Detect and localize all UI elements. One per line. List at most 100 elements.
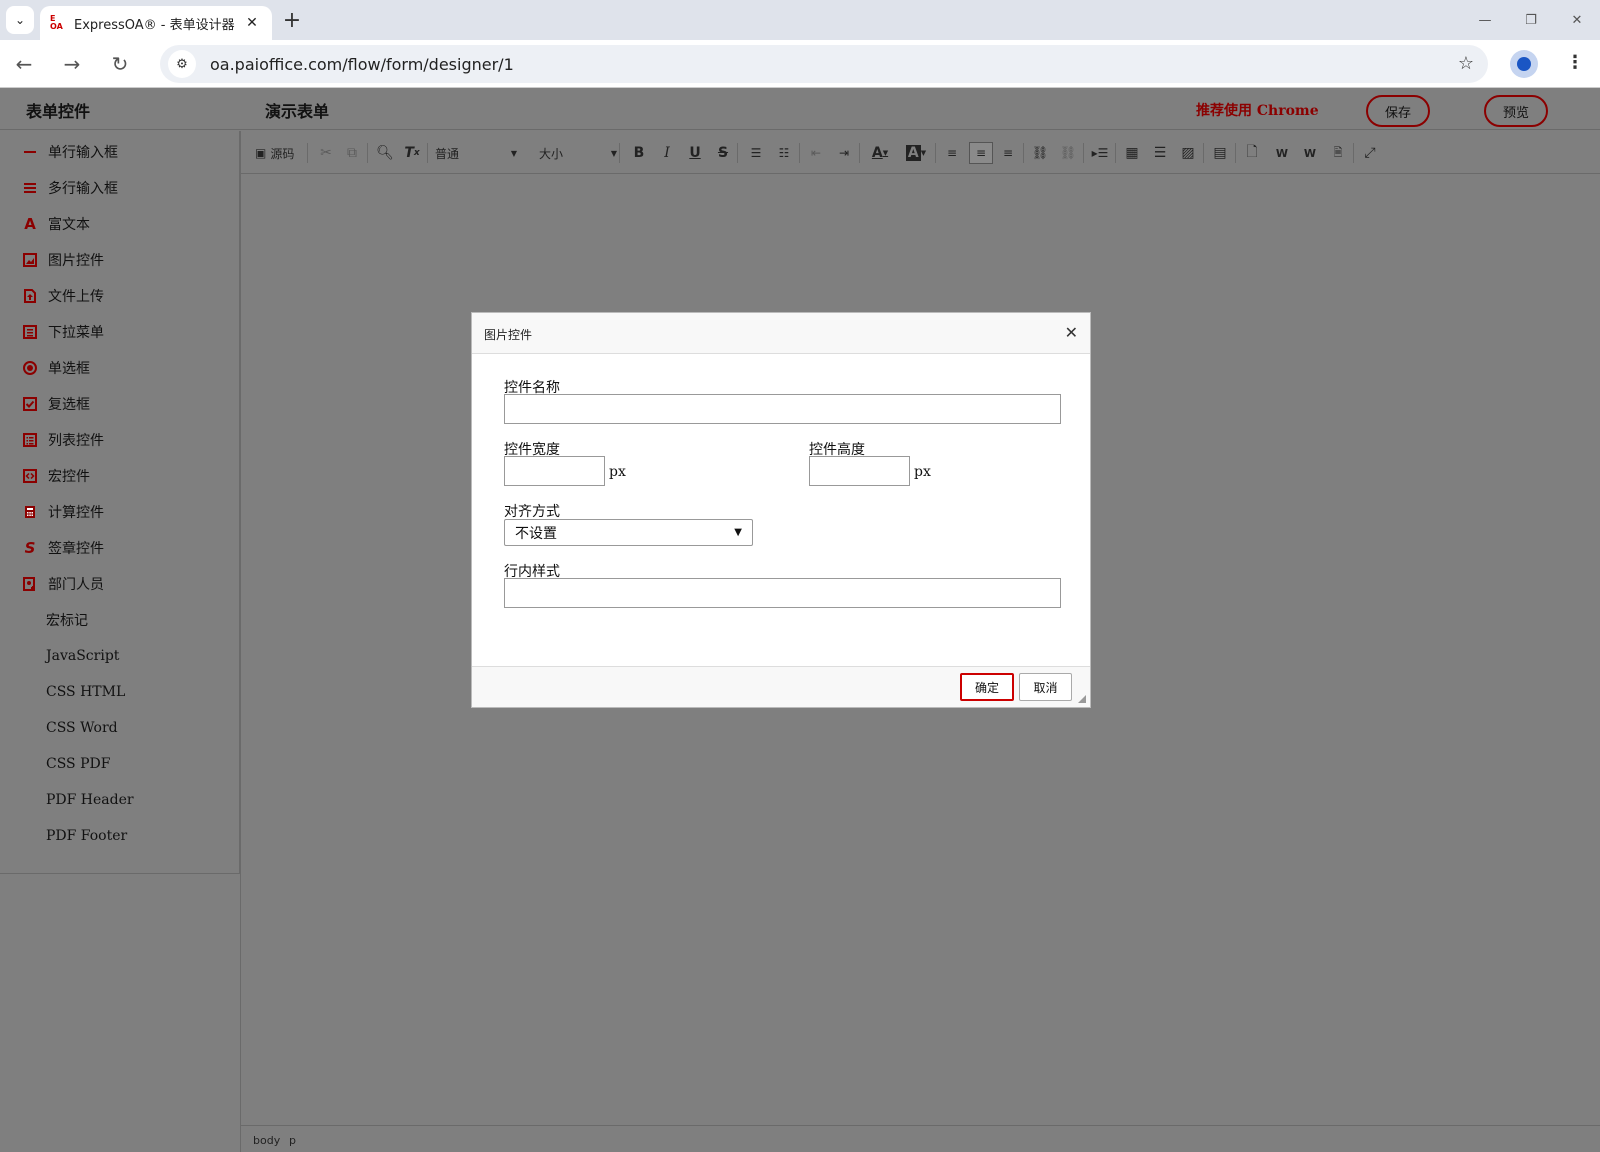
single-line-icon [22, 144, 38, 160]
site-info-icon[interactable]: ⚙ [168, 50, 196, 78]
sidebar-item-pdf-footer[interactable]: PDF Footer [22, 825, 127, 847]
maximize-icon[interactable]: ⤢ [1359, 142, 1381, 164]
sidebar-item-javascript[interactable]: JavaScript [22, 645, 119, 667]
text-color-icon[interactable]: A ▼ [865, 142, 895, 164]
remove-format-icon[interactable]: Tx [401, 142, 423, 164]
bold-icon[interactable]: B [629, 142, 649, 164]
tab-close-icon[interactable]: ✕ [242, 15, 262, 31]
sidebar-item-signature[interactable]: S 签章控件 [22, 537, 104, 559]
bulleted-list-icon[interactable]: ☷ [773, 142, 795, 164]
strike-icon[interactable]: S [713, 142, 733, 164]
sidebar-item-pdf-header[interactable]: PDF Header [22, 789, 134, 811]
sidebar-item-css-word[interactable]: CSS Word [22, 717, 118, 739]
toolbar-separator [1203, 143, 1204, 163]
control-width-input[interactable] [504, 456, 605, 486]
browser-tab[interactable]: E OA ExpressOA® - 表单设计器 ✕ [40, 6, 272, 40]
underline-icon[interactable]: U [685, 142, 705, 164]
export-word-icon[interactable]: W [1271, 142, 1293, 164]
sidebar-item-label: 文件上传 [48, 289, 104, 305]
table-icon[interactable]: ▦ [1121, 142, 1143, 164]
sidebar-item-label: PDF Header [46, 792, 134, 808]
ok-button[interactable]: 确定 [960, 673, 1014, 701]
insert-image-icon[interactable]: ▨ [1177, 142, 1199, 164]
sidebar-item-label: 签章控件 [48, 541, 104, 557]
profile-avatar-icon[interactable] [1510, 50, 1538, 78]
sidebar-item-css-pdf[interactable]: CSS PDF [22, 753, 110, 775]
align-left-icon[interactable]: ≡ [941, 142, 963, 164]
dropdown-icon [22, 324, 38, 340]
sidebar-item-radio[interactable]: 单选框 [22, 357, 90, 379]
sidebar-item-label: 计算控件 [48, 505, 104, 521]
sidebar-item-label: 图片控件 [48, 253, 104, 269]
unlink-icon[interactable]: ⛓ [1057, 142, 1079, 164]
source-button[interactable]: ▣ 源码 [255, 142, 294, 164]
tab-search-icon[interactable]: ⌄ [6, 6, 34, 34]
restore-icon[interactable]: ❐ [1508, 0, 1554, 40]
sidebar-item-file-upload[interactable]: 文件上传 [22, 285, 104, 307]
document-icon[interactable]: 🗋 [1241, 142, 1263, 164]
preview-button[interactable]: 预览 [1484, 95, 1548, 127]
align-center-icon[interactable]: ≡ [969, 142, 993, 164]
window-close-icon[interactable]: ✕ [1554, 0, 1600, 40]
horizontal-rule-icon[interactable]: ☰ [1149, 142, 1171, 164]
sidebar-item-calculator[interactable]: 计算控件 [22, 501, 104, 523]
size-select-value: 大小 [539, 146, 564, 161]
sidebar-item-department[interactable]: 部门人员 [22, 573, 104, 595]
italic-icon[interactable]: I [657, 142, 677, 164]
find-icon[interactable]: 🔍︎ [374, 142, 396, 164]
toolbar-separator [367, 143, 368, 163]
multi-line-icon [22, 180, 38, 196]
control-height-input[interactable] [809, 456, 910, 486]
cut-icon[interactable]: ✂ [315, 142, 337, 164]
sidebar-item-macro[interactable]: 宏控件 [22, 465, 90, 487]
import-word-icon[interactable]: W [1299, 142, 1321, 164]
sidebar-item-css-html[interactable]: CSS HTML [22, 681, 125, 703]
path-body[interactable]: body [253, 1134, 280, 1147]
sidebar-item-multi-line[interactable]: 多行输入框 [22, 177, 118, 199]
address-bar[interactable]: ⚙ oa.paioffice.com/flow/form/designer/1 … [160, 45, 1488, 83]
forward-icon[interactable]: → [58, 50, 86, 78]
back-icon[interactable]: ← [10, 50, 38, 78]
sidebar-item-dropdown[interactable]: 下拉菜单 [22, 321, 104, 343]
save-button[interactable]: 保存 [1366, 95, 1430, 127]
alignment-select[interactable]: 不设置 ▼ [504, 519, 753, 546]
minimize-icon[interactable]: — [1462, 0, 1508, 40]
sidebar-item-list[interactable]: 列表控件 [22, 429, 104, 451]
sidebar-item-label: 部门人员 [48, 577, 104, 593]
sidebar-item-rich-text[interactable]: A 富文本 [22, 213, 90, 235]
close-icon[interactable]: ✕ [1065, 323, 1078, 342]
inline-style-input[interactable] [504, 578, 1061, 608]
copy-icon[interactable]: ⧉ [341, 142, 363, 164]
cancel-button[interactable]: 取消 [1019, 673, 1072, 701]
sidebar-item-label: 宏控件 [48, 469, 90, 485]
sidebar-item-label: 复选框 [48, 397, 90, 413]
insert-row-icon[interactable]: ▸☰ [1089, 142, 1111, 164]
sidebar-item-label: PDF Footer [46, 828, 128, 844]
width-unit: px [609, 464, 626, 480]
sidebar-item-checkbox[interactable]: 复选框 [22, 393, 90, 415]
numbered-list-icon[interactable]: ☰ [745, 142, 767, 164]
image-icon [22, 252, 38, 268]
new-tab-icon[interactable]: + [280, 8, 304, 33]
resize-handle-icon[interactable] [1078, 695, 1086, 703]
bookmark-star-icon[interactable]: ☆ [1458, 53, 1474, 74]
link-icon[interactable]: ⛓ [1029, 142, 1051, 164]
browser-menu-icon[interactable]: ⋮ [1566, 52, 1584, 73]
pdf-icon[interactable]: 🗎 [1327, 142, 1349, 164]
align-right-icon[interactable]: ≡ [997, 142, 1019, 164]
sidebar-item-macro-tag[interactable]: 宏标记 [22, 609, 88, 631]
url-text[interactable]: oa.paioffice.com/flow/form/designer/1 [210, 55, 514, 74]
indent-icon[interactable]: ⇥ [833, 142, 855, 164]
reload-icon[interactable]: ↻ [106, 50, 134, 78]
size-select[interactable]: 大小 ▼ [539, 143, 617, 163]
format-select[interactable]: 普通 ▼ [435, 143, 517, 163]
outdent-icon[interactable]: ⇤ [805, 142, 827, 164]
image-control-dialog: 图片控件 ✕ 控件名称 控件宽度 px 控件高度 px 对齐方式 不设置 ▼ 行… [471, 312, 1091, 708]
background-color-icon[interactable]: A ▼ [901, 142, 931, 164]
sidebar-item-label: 单行输入框 [48, 145, 118, 161]
path-p[interactable]: p [289, 1134, 296, 1147]
sidebar-item-image[interactable]: 图片控件 [22, 249, 104, 271]
control-name-input[interactable] [504, 394, 1061, 424]
sidebar-item-single-line[interactable]: 单行输入框 [22, 141, 118, 163]
page-break-icon[interactable]: ▤ [1209, 142, 1231, 164]
